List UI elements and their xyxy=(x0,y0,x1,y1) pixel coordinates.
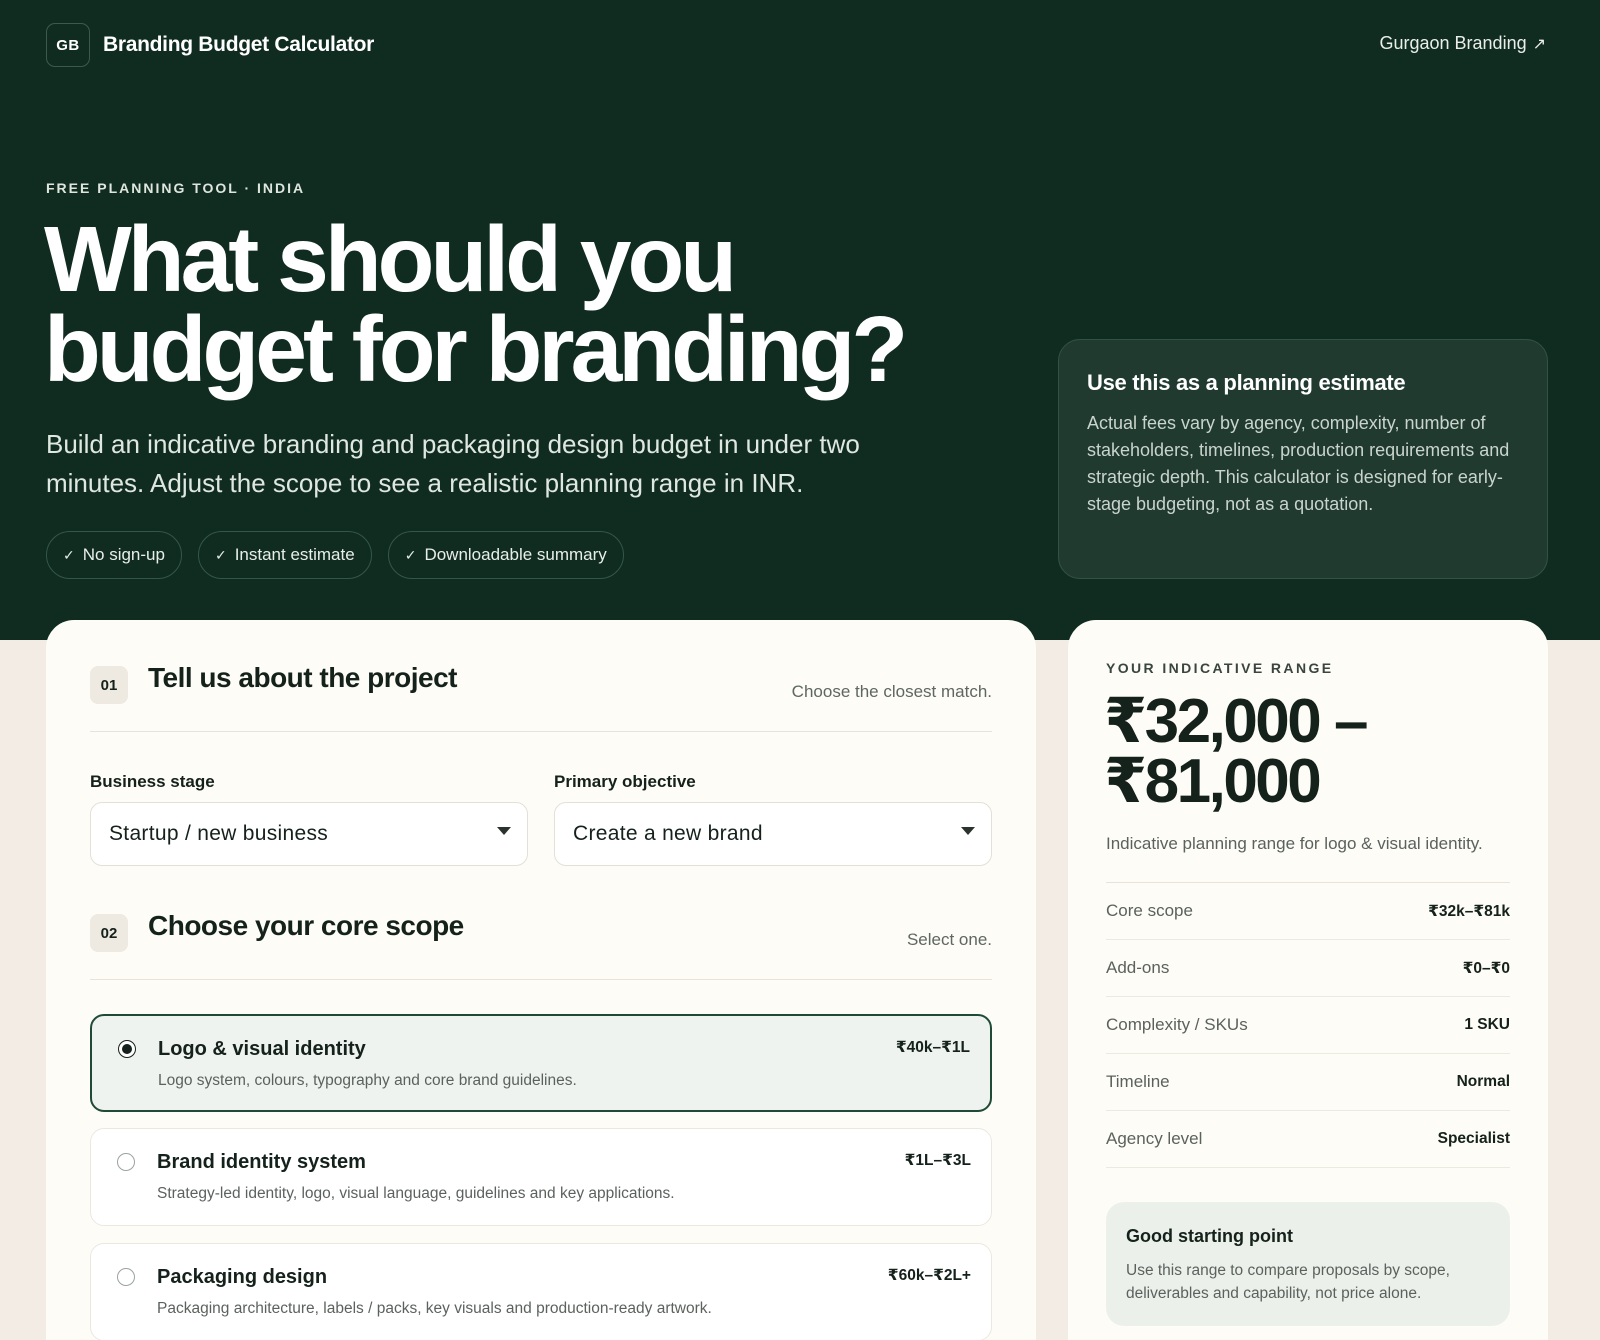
option-title: Logo & visual identity xyxy=(158,1038,366,1060)
hero-eyebrow: FREE PLANNING TOOL · INDIA xyxy=(46,180,306,196)
breakdown-label: Core scope xyxy=(1106,901,1193,920)
range-min: ₹32,000 – xyxy=(1104,687,1368,756)
tip-card: Good starting point Use this range to co… xyxy=(1106,1202,1510,1326)
option-description: Strategy-led identity, logo, visual lang… xyxy=(157,1185,675,1202)
breakdown-label: Agency level xyxy=(1106,1129,1203,1148)
radio-button[interactable] xyxy=(117,1153,135,1171)
check-icon: ✓ xyxy=(63,546,75,563)
section-title: Tell us about the project xyxy=(148,662,458,693)
pill-downloadable-summary: ✓ Downloadable summary xyxy=(387,531,624,579)
business-stage-select[interactable]: Startup / new business xyxy=(90,802,528,866)
pill-no-signup: ✓ No sign-up xyxy=(46,531,182,579)
page-title: What should you budget for branding? xyxy=(44,207,944,401)
section-scope-header: 02 Choose your core scope Select one. xyxy=(90,900,992,980)
tip-title: Good starting point xyxy=(1126,1226,1293,1246)
option-price: ₹1L–₹3L xyxy=(904,1152,971,1169)
brand[interactable]: GB Branding Budget Calculator xyxy=(46,23,374,67)
primary-objective-label: Primary objective xyxy=(554,772,696,791)
external-arrow-icon: ↗ xyxy=(1532,35,1546,53)
business-stage-label: Business stage xyxy=(90,772,215,791)
headline-line-2: budget for branding? xyxy=(44,297,908,401)
hero-section: GB Branding Budget Calculator Gurgaon Br… xyxy=(0,0,1600,640)
select-value: Create a new brand xyxy=(573,822,763,845)
check-icon: ✓ xyxy=(404,546,417,563)
breakdown-value: Specialist xyxy=(1437,1130,1510,1147)
select-value: Startup / new business xyxy=(109,822,329,845)
brand-logo: GB xyxy=(46,23,90,67)
pill-instant-estimate: ✓ Instant estimate xyxy=(197,531,372,579)
breakdown-row: Complexity / SKUs 1 SKU xyxy=(1106,997,1510,1054)
note-body: Actual fees vary by agency, complexity, … xyxy=(1087,413,1510,514)
breakdown-value: 1 SKU xyxy=(1464,1016,1510,1033)
section-title: Choose your core scope xyxy=(148,910,464,941)
link-label: Gurgaon Branding xyxy=(1379,33,1527,53)
breakdown-row: Timeline Normal xyxy=(1106,1054,1510,1111)
breakdown-row: Agency level Specialist xyxy=(1106,1111,1510,1168)
planning-note-card: Use this as a planning estimate Actual f… xyxy=(1058,339,1548,579)
step-badge: 01 xyxy=(90,666,128,704)
option-description: Packaging architecture, labels / packs, … xyxy=(157,1300,712,1317)
option-description: Logo system, colours, typography and cor… xyxy=(158,1072,577,1089)
range-eyebrow: YOUR INDICATIVE RANGE xyxy=(1106,660,1334,676)
option-title: Packaging design xyxy=(157,1266,328,1288)
feature-pills: ✓ No sign-up ✓ Instant estimate ✓ Downlo… xyxy=(46,531,624,579)
section-hint: Choose the closest match. xyxy=(791,682,992,701)
scope-option-packaging[interactable]: Packaging design Packaging architecture,… xyxy=(90,1243,992,1340)
section-hint: Select one. xyxy=(906,930,992,949)
scope-option-logo[interactable]: Logo & visual identity Logo system, colo… xyxy=(90,1014,992,1112)
gurgaon-branding-link[interactable]: Gurgaon Branding ↗ xyxy=(1379,33,1546,54)
range-caption: Indicative planning range for logo & vis… xyxy=(1106,834,1483,853)
estimate-breakdown: Core scope ₹32k–₹81k Add-ons ₹0–₹0 Compl… xyxy=(1106,882,1510,1168)
scope-option-brand-identity[interactable]: Brand identity system Strategy-led ident… xyxy=(90,1128,992,1226)
note-title: Use this as a planning estimate xyxy=(1087,370,1406,395)
estimate-range-value: ₹32,000 – ₹81,000 xyxy=(1104,687,1524,816)
breakdown-value: ₹32k–₹81k xyxy=(1428,902,1510,920)
primary-objective-select[interactable]: Create a new brand xyxy=(554,802,992,866)
app-title: Branding Budget Calculator xyxy=(103,33,375,56)
estimate-summary-card: YOUR INDICATIVE RANGE ₹32,000 – ₹81,000 … xyxy=(1068,620,1548,1340)
breakdown-row: Add-ons ₹0–₹0 xyxy=(1106,940,1510,997)
breakdown-label: Add-ons xyxy=(1106,958,1170,977)
check-icon: ✓ xyxy=(214,546,227,563)
breakdown-value: Normal xyxy=(1456,1073,1510,1090)
option-price: ₹60k–₹2L+ xyxy=(887,1267,971,1284)
option-price: ₹40k–₹1L xyxy=(895,1039,970,1056)
range-max: ₹81,000 xyxy=(1104,747,1322,816)
tip-body: Use this range to compare proposals by s… xyxy=(1126,1262,1450,1302)
calculator-form: 01 Tell us about the project Choose the … xyxy=(46,620,1036,1340)
breakdown-value: ₹0–₹0 xyxy=(1462,959,1510,977)
headline-line-1: What should you xyxy=(44,207,737,311)
breakdown-row: Core scope ₹32k–₹81k xyxy=(1106,883,1510,940)
pill-label: Downloadable summary xyxy=(424,545,607,564)
chevron-down-icon xyxy=(961,827,975,835)
breakdown-label: Timeline xyxy=(1106,1072,1170,1091)
hero-description: Build an indicative branding and packagi… xyxy=(46,429,860,498)
breakdown-label: Complexity / SKUs xyxy=(1106,1015,1248,1034)
radio-button[interactable] xyxy=(117,1268,135,1286)
option-title: Brand identity system xyxy=(157,1151,366,1173)
pill-label: No sign-up xyxy=(82,545,165,564)
pill-label: Instant estimate xyxy=(234,545,355,564)
chevron-down-icon xyxy=(497,827,511,835)
radio-button[interactable] xyxy=(118,1040,136,1058)
step-badge: 02 xyxy=(90,914,128,952)
section-project-header: 01 Tell us about the project Choose the … xyxy=(90,652,992,732)
